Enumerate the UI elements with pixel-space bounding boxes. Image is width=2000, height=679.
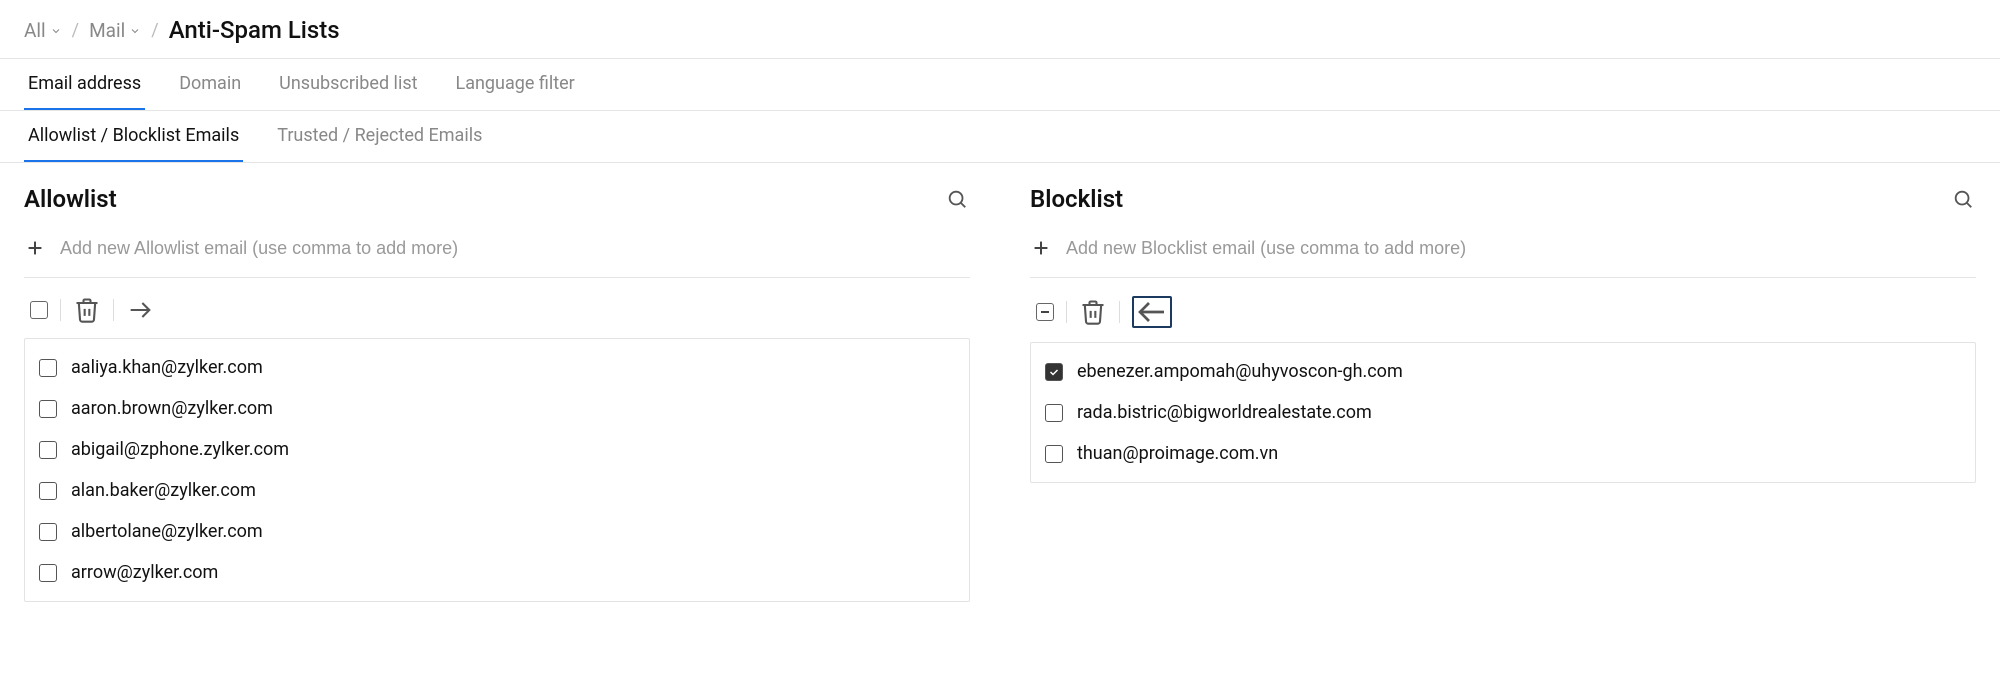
breadcrumb-item-mail[interactable]: Mail bbox=[89, 19, 141, 42]
item-checkbox[interactable] bbox=[39, 359, 57, 377]
tabs-primary: Email address Domain Unsubscribed list Lang… bbox=[0, 59, 2000, 111]
list-item[interactable]: alan.baker@zylker.com bbox=[25, 470, 969, 511]
blocklist-list: ebenezer.ampomah@uhyvoscon-gh.com rada.bi… bbox=[1030, 342, 1976, 483]
breadcrumb-label: All bbox=[24, 19, 46, 42]
subtab-trusted-rejected-emails[interactable]: Trusted / Rejected Emails bbox=[273, 111, 486, 162]
list-item[interactable]: abigail@zphone.zylker.com bbox=[25, 429, 969, 470]
blocklist-add-input[interactable] bbox=[1066, 238, 1976, 259]
tab-language-filter[interactable]: Language filter bbox=[452, 59, 579, 110]
list-item[interactable]: aaron.brown@zylker.com bbox=[25, 388, 969, 429]
allowlist-title: Allowlist bbox=[24, 185, 117, 213]
allowlist-column: Allowlist aaliya.khan@zylker.com aaron.br… bbox=[24, 185, 970, 602]
breadcrumb: All / Mail / Anti-Spam Lists bbox=[0, 0, 2000, 59]
item-email: albertolane@zylker.com bbox=[71, 521, 263, 542]
item-checkbox[interactable] bbox=[39, 482, 57, 500]
item-checkbox[interactable] bbox=[39, 400, 57, 418]
toolbar-separator bbox=[60, 299, 61, 321]
item-email: aaliya.khan@zylker.com bbox=[71, 357, 263, 378]
item-checkbox[interactable] bbox=[39, 564, 57, 582]
toolbar-separator bbox=[113, 299, 114, 321]
item-email: thuan@proimage.com.vn bbox=[1077, 443, 1278, 464]
tabs-secondary: Allowlist / Blocklist Emails Trusted / Re… bbox=[0, 111, 2000, 163]
search-icon[interactable] bbox=[1950, 186, 1976, 212]
arrow-right-icon[interactable] bbox=[126, 296, 154, 324]
list-item[interactable]: thuan@proimage.com.vn bbox=[1031, 433, 1975, 474]
list-item[interactable]: rada.bistric@bigworldrealestate.com bbox=[1031, 392, 1975, 433]
trash-icon[interactable] bbox=[1079, 298, 1107, 326]
breadcrumb-separator: / bbox=[72, 20, 79, 41]
tab-email-address[interactable]: Email address bbox=[24, 59, 145, 110]
tab-domain[interactable]: Domain bbox=[175, 59, 245, 110]
allowlist-list: aaliya.khan@zylker.com aaron.brown@zylker… bbox=[24, 338, 970, 602]
select-all-checkbox[interactable] bbox=[30, 301, 48, 319]
item-email: abigail@zphone.zylker.com bbox=[71, 439, 289, 460]
item-checkbox[interactable] bbox=[39, 523, 57, 541]
item-email: ebenezer.ampomah@uhyvoscon-gh.com bbox=[1077, 361, 1403, 382]
blocklist-add-row bbox=[1030, 231, 1976, 278]
list-item[interactable]: albertolane@zylker.com bbox=[25, 511, 969, 552]
list-item[interactable]: ebenezer.ampomah@uhyvoscon-gh.com bbox=[1031, 351, 1975, 392]
item-email: rada.bistric@bigworldrealestate.com bbox=[1077, 402, 1372, 423]
allowlist-toolbar bbox=[24, 278, 970, 338]
item-checkbox[interactable] bbox=[1045, 404, 1063, 422]
item-checkbox[interactable] bbox=[39, 441, 57, 459]
plus-icon[interactable] bbox=[1030, 237, 1052, 259]
plus-icon[interactable] bbox=[24, 237, 46, 259]
chevron-down-icon bbox=[50, 19, 62, 42]
item-checkbox[interactable] bbox=[1045, 445, 1063, 463]
columns: Allowlist aaliya.khan@zylker.com aaron.br… bbox=[0, 163, 2000, 602]
subtab-allowlist-blocklist-emails[interactable]: Allowlist / Blocklist Emails bbox=[24, 111, 243, 162]
blocklist-header: Blocklist bbox=[1030, 185, 1976, 213]
trash-icon[interactable] bbox=[73, 296, 101, 324]
blocklist-toolbar bbox=[1030, 278, 1976, 342]
search-icon[interactable] bbox=[944, 186, 970, 212]
allowlist-add-input[interactable] bbox=[60, 238, 970, 259]
toolbar-separator bbox=[1119, 301, 1120, 323]
item-email: arrow@zylker.com bbox=[71, 562, 218, 583]
allowlist-header: Allowlist bbox=[24, 185, 970, 213]
blocklist-column: Blocklist ebenezer.ampomah@uhyvoscon-gh.… bbox=[1030, 185, 1976, 602]
item-email: alan.baker@zylker.com bbox=[71, 480, 256, 501]
item-checkbox[interactable] bbox=[1045, 363, 1063, 381]
breadcrumb-separator: / bbox=[151, 20, 158, 41]
breadcrumb-label: Mail bbox=[89, 19, 125, 42]
blocklist-title: Blocklist bbox=[1030, 185, 1123, 213]
select-all-checkbox[interactable] bbox=[1036, 303, 1054, 321]
chevron-down-icon bbox=[129, 19, 141, 42]
item-email: aaron.brown@zylker.com bbox=[71, 398, 273, 419]
toolbar-separator bbox=[1066, 301, 1067, 323]
allowlist-add-row bbox=[24, 231, 970, 278]
page-title: Anti-Spam Lists bbox=[169, 16, 340, 44]
list-item[interactable]: arrow@zylker.com bbox=[25, 552, 969, 593]
tab-unsubscribed-list[interactable]: Unsubscribed list bbox=[275, 59, 421, 110]
list-item[interactable]: aaliya.khan@zylker.com bbox=[25, 347, 969, 388]
arrow-left-icon[interactable] bbox=[1132, 296, 1172, 328]
breadcrumb-item-all[interactable]: All bbox=[24, 19, 62, 42]
